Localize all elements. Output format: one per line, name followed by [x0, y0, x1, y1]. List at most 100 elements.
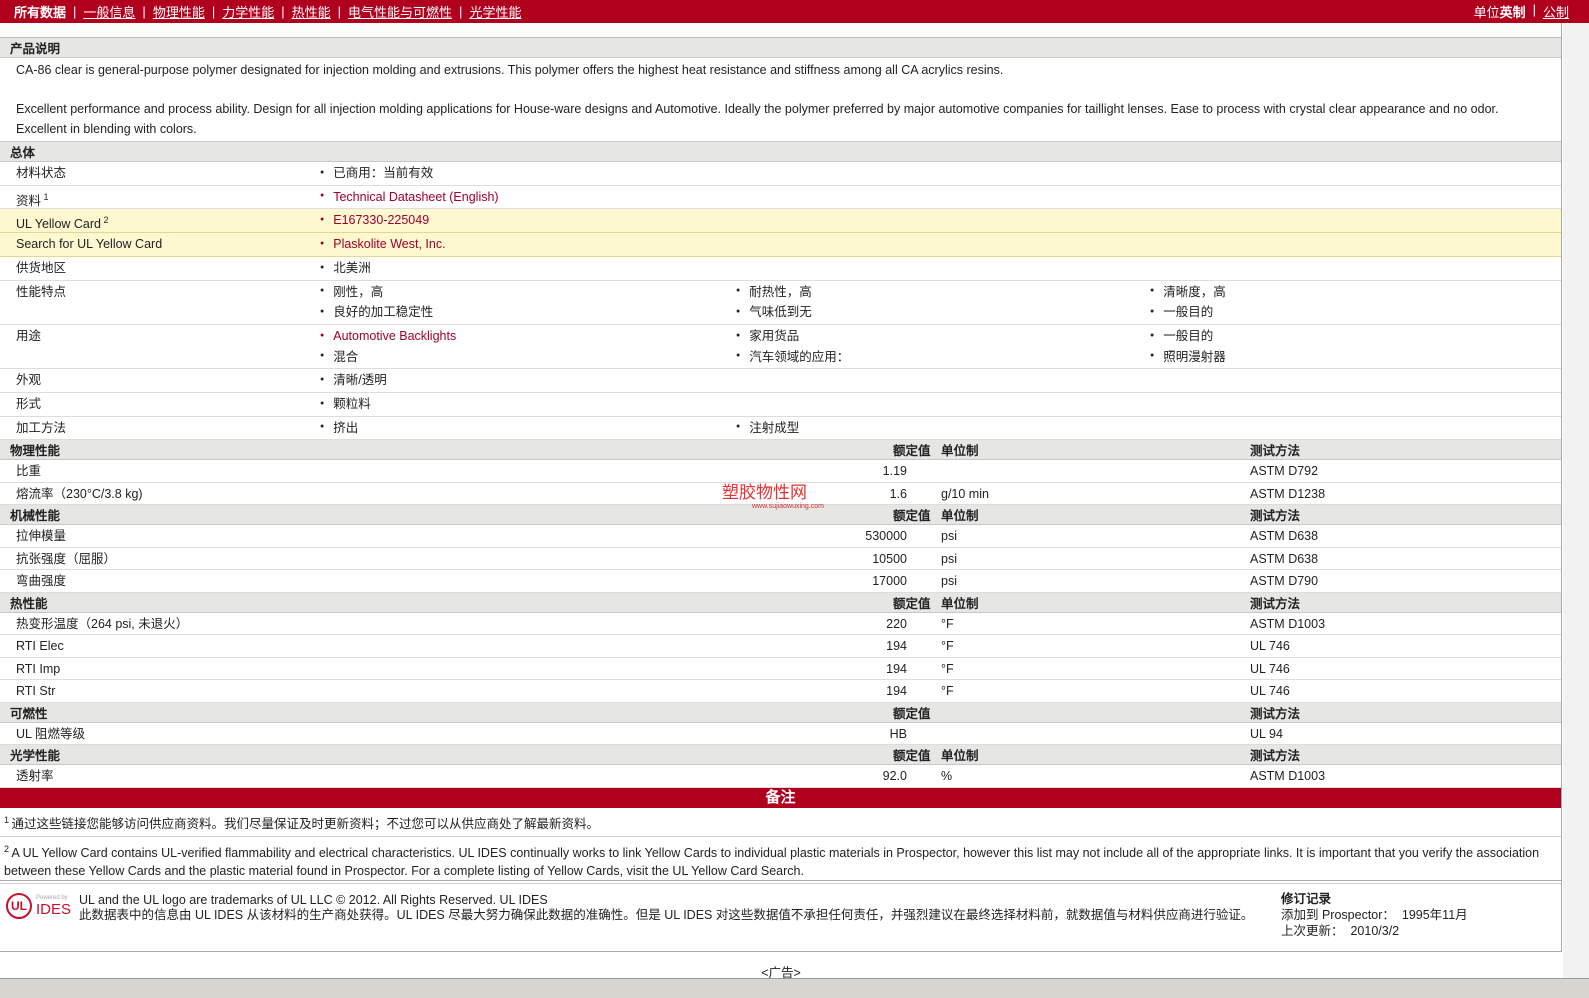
property-row: UL 阻燃等级 HB UL 94	[0, 723, 1561, 746]
footer-disclaimer: UL and the UL logo are trademarks of UL …	[79, 893, 1254, 922]
header-test: 测试方法	[1250, 509, 1301, 524]
property-row: RTI Elec 194 °F UL 746	[0, 635, 1561, 658]
unit-label: 单位	[1473, 5, 1500, 20]
value-link[interactable]: Technical Datasheet (English)	[320, 187, 736, 208]
row-label: 用途	[16, 328, 42, 343]
unit-imperial[interactable]: 英制	[1500, 2, 1526, 21]
property-row: 拉伸模量 530000 psi ASTM D638	[0, 525, 1561, 548]
property-name: 熔流率（230°C/3.8 kg)	[16, 486, 143, 501]
row-label: UL Yellow Card 2	[16, 215, 109, 232]
unit-metric[interactable]: 公制	[1543, 2, 1569, 21]
footnote-ref: 1	[41, 191, 49, 202]
property-value: 194	[886, 639, 907, 654]
value-item: 气味低到无	[736, 302, 1150, 323]
header-unit: 单位制	[941, 596, 979, 611]
value-item: 一般目的	[1150, 302, 1550, 323]
property-unit: %	[941, 769, 953, 784]
row-label: 加工方法	[16, 420, 67, 435]
nav-tab[interactable]: 物理性能	[153, 2, 205, 21]
section-header: 可燃性 额定值 测试方法	[0, 702, 1561, 723]
status-bar	[0, 978, 1589, 998]
header-value: 额定值	[893, 749, 931, 764]
nav-tab[interactable]: 热性能	[292, 2, 331, 21]
unit-switch: 单位 英制 | 公制	[1474, 2, 1569, 21]
test-method: ASTM D1003	[1250, 769, 1326, 784]
value-link[interactable]: Plaskolite West, Inc.	[320, 234, 736, 255]
nav-tab[interactable]: 一般信息	[83, 2, 135, 21]
property-unit: psi	[941, 551, 957, 566]
row-label: 形式	[16, 397, 42, 412]
property-row: 热变形温度（264 psi, 未退火） 220 °F ASTM D1003	[0, 613, 1561, 636]
nav-tab[interactable]: 所有数据	[14, 2, 66, 21]
nav-separator: |	[142, 4, 146, 19]
nav-separator: |	[281, 4, 285, 19]
property-value: 10500	[872, 551, 907, 566]
property-row: 透射率 92.0% ASTM D1003	[0, 765, 1561, 788]
property-unit: psi	[941, 574, 957, 589]
ul-logo-icon: UL	[6, 893, 32, 919]
value-item: 汽车领域的应用：	[736, 347, 1150, 368]
header-test: 测试方法	[1250, 596, 1301, 611]
general-row: 加工方法 挤出注射成型	[0, 417, 1561, 441]
ul-ides-logo[interactable]: UL Powered by IDES	[6, 893, 71, 919]
test-method: UL 94	[1250, 726, 1283, 741]
property-name: RTI Imp	[16, 661, 61, 676]
test-method: ASTM D790	[1250, 574, 1319, 589]
value-link[interactable]: Automotive Backlights	[320, 326, 736, 347]
nav-separator: |	[1532, 2, 1536, 17]
nav-tab[interactable]: 力学性能	[222, 2, 274, 21]
row-values: Automotive Backlights家用货品一般目的混合汽车领域的应用：照…	[320, 326, 1561, 367]
test-method: UL 746	[1250, 639, 1290, 654]
property-name: 弯曲强度	[16, 574, 67, 589]
header-unit: 单位制	[941, 444, 979, 459]
nav-separator: |	[459, 4, 463, 19]
footnote: 2 A UL Yellow Card contains UL-verified …	[0, 837, 1561, 885]
watermark: 塑胶物性网 www.sujiaowuxing.com	[722, 483, 824, 510]
property-unit: °F	[941, 616, 954, 631]
test-method: ASTM D638	[1250, 551, 1319, 566]
row-label: Search for UL Yellow Card	[16, 237, 163, 252]
scrollbar[interactable]	[1563, 23, 1589, 978]
row-values: 已商用：当前有效	[320, 163, 1561, 184]
property-value: 194	[886, 661, 907, 676]
value-link[interactable]: E167330-225049	[320, 210, 736, 231]
property-name: 抗张强度（屈服）	[16, 551, 117, 566]
header-test: 测试方法	[1250, 444, 1301, 459]
header-test: 测试方法	[1250, 706, 1301, 721]
property-unit: °F	[941, 639, 954, 654]
row-values: 挤出注射成型	[320, 418, 1561, 439]
nav-separator: |	[73, 4, 77, 19]
notes-header: 备注	[0, 787, 1561, 808]
row-values: 颗粒料	[320, 394, 1561, 415]
general-row: 外观 清晰/透明	[0, 369, 1561, 394]
property-value: 530000	[865, 529, 907, 544]
row-label: 材料状态	[16, 166, 67, 180]
header-value: 额定值	[893, 596, 931, 611]
footnote-text: A UL Yellow Card contains UL-verified fl…	[4, 846, 1540, 879]
value-item: 颗粒料	[320, 394, 736, 415]
footnote-number: 2	[4, 844, 12, 855]
nav-tab[interactable]: 光学性能	[469, 2, 521, 21]
property-value: 194	[886, 684, 907, 699]
general-row: 资料 1 Technical Datasheet (English)	[0, 186, 1561, 210]
general-row: 材料状态 已商用：当前有效	[0, 162, 1561, 186]
property-unit: °F	[941, 661, 954, 676]
property-name: UL 阻燃等级	[16, 726, 85, 741]
nav-separator: |	[337, 4, 342, 19]
footnote-number: 1	[4, 814, 12, 825]
footer: UL Powered by IDES UL and the UL logo are …	[0, 880, 1562, 952]
nav-tab[interactable]: 电气性能与可燃性	[348, 2, 452, 21]
property-unit: psi	[941, 529, 957, 544]
test-method: UL 746	[1250, 661, 1290, 676]
general-row: 性能特点 刚性，高耐热性，高清晰度，高良好的加工稳定性气味低到无一般目的	[0, 281, 1561, 325]
row-values: 北美洲	[320, 258, 1561, 279]
header-unit: 单位制	[941, 749, 979, 764]
test-method: ASTM D638	[1250, 529, 1319, 544]
property-row: RTI Imp 194 °F UL 746	[0, 658, 1561, 681]
row-label: 供货地区	[16, 260, 67, 275]
property-name: 热变形温度（264 psi, 未退火）	[16, 616, 189, 631]
nav-separator: |	[211, 4, 216, 19]
row-values: 刚性，高耐热性，高清晰度，高良好的加工稳定性气味低到无一般目的	[320, 282, 1561, 323]
general-row: 形式 颗粒料	[0, 393, 1561, 417]
section-header: 光学性能 额定值 单位制 测试方法	[0, 745, 1561, 766]
